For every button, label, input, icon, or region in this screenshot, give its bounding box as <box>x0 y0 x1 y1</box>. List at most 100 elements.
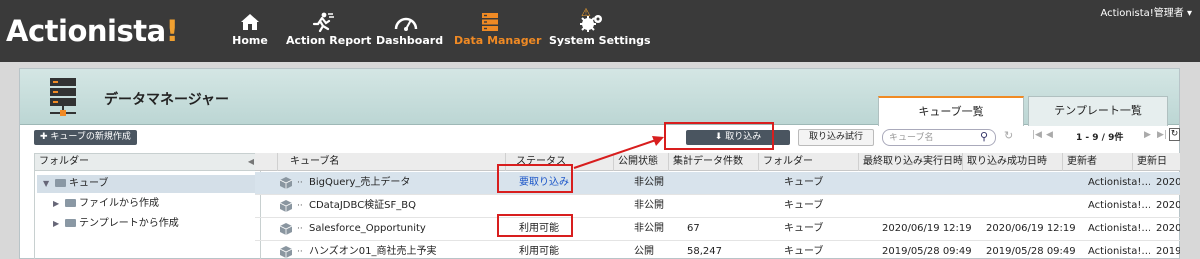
column-header[interactable]: 取り込み成功日時 <box>962 153 1062 171</box>
last-import-success <box>982 195 1082 217</box>
column-header[interactable]: 更新日 <box>1132 153 1180 171</box>
collapsed-arrow-icon[interactable]: ▶ <box>53 215 63 233</box>
nav-data-manager-label: Data Manager <box>454 34 542 47</box>
row-menu-icon[interactable]: ·· <box>297 241 303 259</box>
updated-by: Actionista!… <box>1088 246 1150 257</box>
column-header[interactable]: 集計データ件数 <box>668 153 758 171</box>
top-navigation-bar: Actionista! Home Action Report Dashboard… <box>0 0 1200 62</box>
home-icon <box>241 14 259 30</box>
updated-at: 2020/ <box>1156 223 1180 234</box>
cube-search-input[interactable] <box>882 129 996 146</box>
cube-name[interactable]: BigQuery_売上データ <box>305 172 505 194</box>
tab-template-list[interactable]: テンプレート一覧 <box>1028 96 1168 126</box>
status <box>515 195 613 217</box>
cube-table: キューブ名 ステータス 公開状態 集計データ件数 フォルダー 最終取り込み実行日… <box>255 153 1180 259</box>
record-count <box>683 172 773 194</box>
table-row[interactable]: ·· BigQuery_売上データ 要取り込み 非公開 キューブ Actioni… <box>255 172 1180 195</box>
user-menu[interactable]: Actionista!管理者 ▾ <box>1100 4 1192 19</box>
row-menu-icon[interactable]: ·· <box>297 218 303 240</box>
annotation-arrow-icon <box>573 136 664 169</box>
select-column-header <box>255 153 277 171</box>
cube-name[interactable]: ハンズオン01_商社売上予実 <box>305 241 505 259</box>
last-import-run <box>878 195 982 217</box>
folder: キューブ <box>784 223 824 234</box>
status: 利用可能 <box>519 223 559 234</box>
last-import-run <box>878 172 982 194</box>
folder-pane-header: フォルダー ◀ <box>34 153 261 171</box>
nav-system-settings-label: System Settings <box>549 34 651 47</box>
nav-action-report[interactable]: Action Report <box>286 12 372 52</box>
database-icon <box>482 13 498 31</box>
tree-item-label: キューブ <box>69 178 109 189</box>
record-count <box>683 195 773 217</box>
nav-home[interactable]: Home <box>232 12 268 52</box>
table-header: キューブ名 ステータス 公開状態 集計データ件数 フォルダー 最終取り込み実行日… <box>255 153 1180 171</box>
record-count: 58,247 <box>687 246 722 257</box>
collapse-icon[interactable]: ◀ <box>248 154 254 170</box>
row-menu-icon[interactable]: ·· <box>297 195 303 217</box>
table-row[interactable]: ·· CDataJDBC検証SF_BQ 非公開 キューブ Actionista!… <box>255 195 1180 218</box>
column-header[interactable]: 更新者 <box>1062 153 1132 171</box>
status: 利用可能 <box>519 246 559 257</box>
column-header[interactable]: フォルダー <box>758 153 858 171</box>
reload-icon[interactable]: ↻ <box>1169 128 1180 141</box>
logo-text: Actionista <box>6 14 166 48</box>
updated-at: 2019/ <box>1156 246 1180 257</box>
nav-data-manager[interactable]: Data Manager <box>454 12 542 52</box>
last-import-success <box>982 172 1082 194</box>
updated-at: 2020/ <box>1156 200 1180 211</box>
tree-item-label: テンプレートから作成 <box>79 218 179 229</box>
cube-icon <box>280 246 292 258</box>
expanded-arrow-icon[interactable]: ▼ <box>43 175 53 193</box>
import-trial-button[interactable]: 取り込み試行 <box>798 129 874 146</box>
folder: キューブ <box>784 200 824 211</box>
last-page-icon[interactable]: ▶| <box>1157 130 1167 140</box>
prev-page-icon[interactable]: ◀ <box>1046 130 1053 140</box>
next-page-icon[interactable]: ▶ <box>1144 130 1151 140</box>
visibility: 非公開 <box>634 200 664 211</box>
tree-item-cube[interactable]: ▼ キューブ <box>37 175 258 193</box>
table-row[interactable]: ·· Salesforce_Opportunity 利用可能 非公開 67 キュ… <box>255 218 1180 241</box>
page-header: データマネージャー キューブ一覧 テンプレート一覧 <box>20 69 1179 126</box>
logo-bang: ! <box>165 14 179 48</box>
folder-icon <box>65 219 76 227</box>
search-icon[interactable]: ⚲ <box>980 130 988 143</box>
page-title: データマネージャー <box>104 92 230 108</box>
collapsed-arrow-icon[interactable]: ▶ <box>53 195 63 213</box>
visibility: 非公開 <box>634 177 664 188</box>
visibility: 公開 <box>634 246 654 257</box>
cube-icon <box>280 223 292 235</box>
nav-action-report-label: Action Report <box>286 34 372 47</box>
row-menu-icon[interactable]: ·· <box>297 172 303 194</box>
tree-item-from-file[interactable]: ▶ ファイルから作成 <box>53 195 159 213</box>
column-header[interactable]: 最終取り込み実行日時 <box>858 153 962 171</box>
first-page-icon[interactable]: |◀ <box>1032 130 1042 140</box>
cube-name[interactable]: CDataJDBC検証SF_BQ <box>305 195 505 217</box>
updated-at: 2020/ <box>1156 177 1180 188</box>
nav-home-label: Home <box>232 34 268 47</box>
nav-dashboard[interactable]: Dashboard <box>376 12 443 52</box>
data-manager-icon <box>50 78 76 116</box>
tree-item-from-template[interactable]: ▶ テンプレートから作成 <box>53 215 179 233</box>
column-header[interactable]: キューブ名 <box>277 153 505 171</box>
updated-by: Actionista!… <box>1088 200 1150 211</box>
status-link[interactable]: 要取り込み <box>515 172 613 194</box>
visibility: 非公開 <box>634 223 664 234</box>
cube-name[interactable]: Salesforce_Opportunity <box>305 218 505 240</box>
tab-cube-list[interactable]: キューブ一覧 <box>878 96 1024 126</box>
cube-icon <box>280 177 292 189</box>
nav-system-settings[interactable]: ⚠ System Settings <box>549 6 651 52</box>
folder: キューブ <box>784 246 824 257</box>
last-import-run: 2019/05/28 09:49 <box>882 246 972 257</box>
table-row[interactable]: ·· ハンズオン01_商社売上予実 利用可能 公開 58,247 キューブ 20… <box>255 241 1180 259</box>
runner-icon <box>312 12 334 32</box>
import-button[interactable]: ⬇ 取り込み <box>686 130 790 145</box>
app-logo[interactable]: Actionista! <box>6 14 179 48</box>
refresh-icon[interactable]: ↻ <box>1004 129 1013 142</box>
folder-icon <box>55 179 66 187</box>
folder-icon <box>65 199 76 207</box>
pager-status: 1 - 9 / 9件 <box>1076 133 1124 143</box>
new-cube-button[interactable]: ✚ キューブの新規作成 <box>34 130 137 145</box>
tree-item-label: ファイルから作成 <box>79 198 159 209</box>
folder-pane-title: フォルダー <box>39 156 89 167</box>
